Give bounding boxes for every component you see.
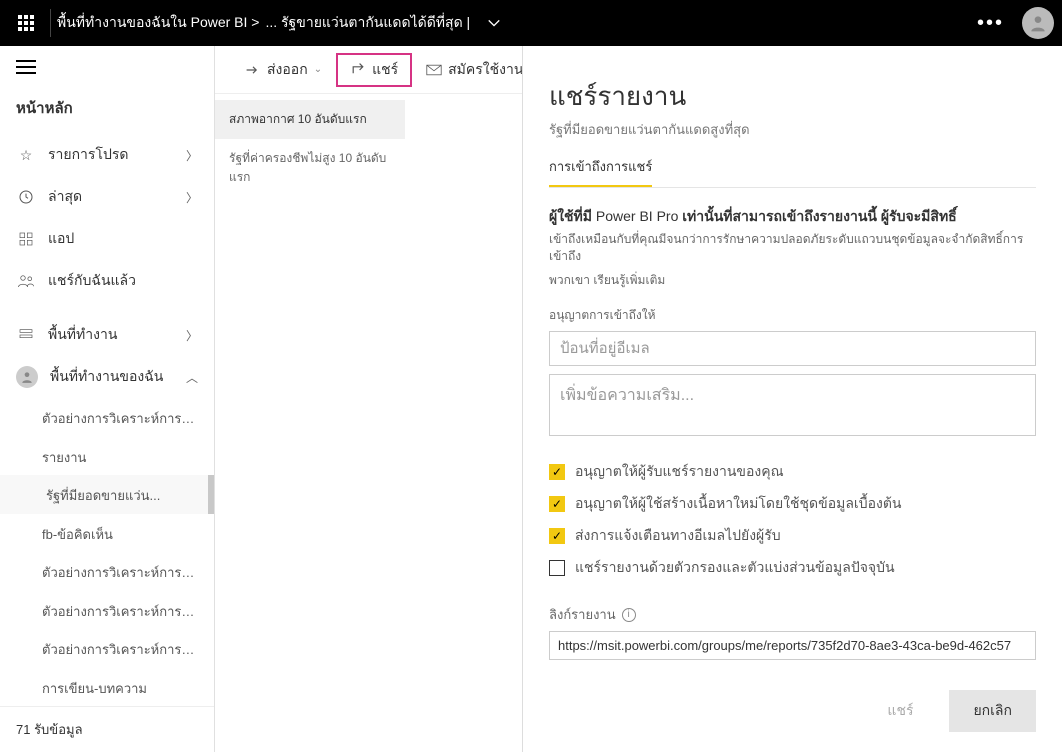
report-page-tab[interactable]: รัฐที่ค่าครองชีพไม่สูง 10 อันดับแรก xyxy=(215,139,405,197)
nav-sub-item[interactable]: fb-ข้อคิดเห็น xyxy=(0,514,214,552)
checkbox-allow-build[interactable]: ✓ อนุญาตให้ผู้ใช้สร้างเนื้อหาใหม่โดยใช้ช… xyxy=(549,488,1036,520)
app-launcher-icon[interactable] xyxy=(8,5,44,41)
pro-notice-detail: เข้าถึงเหมือนกับที่คุณมีจนกว่าการรักษาคว… xyxy=(549,231,1036,265)
export-label: ส่งออก xyxy=(267,59,308,81)
export-button[interactable]: ส่งออก ⌄ xyxy=(235,53,332,87)
learn-more-line: พวกเขา เรียนรู้เพิ่มเติม xyxy=(549,271,1036,290)
nav-sub-item[interactable]: ตัวอย่างการวิเคราะห์การค้าปลีก... xyxy=(0,591,214,629)
report-link-input[interactable] xyxy=(549,631,1036,660)
checkbox-share-filters[interactable]: แชร์รายงานด้วยตัวกรองและตัวแบ่งส่วนข้อมู… xyxy=(549,552,1036,584)
report-pages-list: สภาพอากาศ 10 อันดับแรก รัฐที่ค่าครองชีพไ… xyxy=(215,94,405,752)
nav-apps[interactable]: แอป xyxy=(0,218,214,260)
share-panel: แชร์รายงาน รัฐที่มียอดขายแว่นตากันแดดสูง… xyxy=(522,46,1062,752)
checkbox-label: แชร์รายงานด้วยตัวกรองและตัวแบ่งส่วนข้อมู… xyxy=(575,557,895,579)
chevron-down-icon[interactable] xyxy=(480,9,508,37)
share-submit-button[interactable]: แชร์ xyxy=(863,690,937,732)
chevron-right-icon: 〉 xyxy=(186,189,198,206)
checkbox-allow-reshare[interactable]: ✓ อนุญาตให้ผู้รับแชร์รายงานของคุณ xyxy=(549,456,1036,488)
workspace-avatar-icon xyxy=(16,366,38,388)
export-icon xyxy=(245,62,261,78)
mail-icon xyxy=(426,62,442,78)
top-bar: พื้นที่ทำงานของฉันใน Power BI > ... รัฐข… xyxy=(0,0,1062,46)
chevron-right-icon: 〉 xyxy=(186,327,198,344)
user-avatar[interactable] xyxy=(1022,7,1054,39)
checkbox-label: อนุญาตให้ผู้ใช้สร้างเนื้อหาใหม่โดยใช้ชุด… xyxy=(575,493,901,515)
nav-recent[interactable]: ล่าสุด 〉 xyxy=(0,176,214,218)
checkbox-icon: ✓ xyxy=(549,496,565,512)
hamburger-icon[interactable] xyxy=(0,46,214,88)
checkbox-icon xyxy=(549,560,565,576)
pro-notice: ผู้ใช้ที่มี Power BI Pro เท่านั้นที่สามา… xyxy=(549,206,1036,227)
breadcrumb: พื้นที่ทำงานของฉันใน Power BI > ... รัฐข… xyxy=(57,12,470,34)
nav-heading: หน้าหลัก xyxy=(0,88,214,134)
report-link-label: ลิงก์รายงาน i xyxy=(549,604,1036,625)
cancel-button[interactable]: ยกเลิก xyxy=(949,690,1036,732)
share-button[interactable]: แชร์ xyxy=(336,53,412,87)
share-access-tab[interactable]: การเข้าถึงการแชร์ xyxy=(549,156,652,188)
learn-more-link[interactable]: เรียนรู้เพิ่มเติม xyxy=(593,273,665,287)
share-icon xyxy=(350,62,366,78)
nav-label: ล่าสุด xyxy=(48,186,82,208)
divider xyxy=(549,187,1036,188)
grant-access-label: อนุญาตการเข้าถึงให้ xyxy=(549,306,1036,325)
chevron-up-icon: ︿ xyxy=(186,369,198,386)
nav-sub-item[interactable]: การเขียน-บทความ xyxy=(0,668,214,706)
chevron-down-icon: ⌄ xyxy=(314,64,322,75)
checkbox-send-email[interactable]: ✓ ส่งการแจ้งเตือนทางอีเมลไปยังผู้รับ xyxy=(549,520,1036,552)
info-icon[interactable]: i xyxy=(622,608,636,622)
checkbox-icon: ✓ xyxy=(549,528,565,544)
people-icon xyxy=(16,273,36,289)
nav-label: รายการโปรด xyxy=(48,144,128,166)
workspace-icon xyxy=(16,327,36,343)
nav-label: แอป xyxy=(48,228,74,250)
subscribe-button[interactable]: สมัครใช้งาน xyxy=(416,53,533,87)
nav-sub-item[interactable]: ตัวอย่างการวิเคราะห์การค้าปลีก... xyxy=(0,398,214,436)
nav-label: พื้นที่ทำงานของฉัน xyxy=(50,366,163,388)
message-textarea[interactable] xyxy=(549,374,1036,436)
get-data-footer[interactable]: 71 รับข้อมูล xyxy=(0,706,214,752)
content-area: ส่งออก ⌄ แชร์ สมัครใช้งาน สภาพอากาศ 10 อ… xyxy=(215,46,1062,752)
checkbox-label: ส่งการแจ้งเตือนทางอีเมลไปยังผู้รับ xyxy=(575,525,781,547)
subscribe-label: สมัครใช้งาน xyxy=(448,59,523,81)
nav-label: พื้นที่ทำงาน xyxy=(48,324,117,346)
left-nav: หน้าหลัก ☆ รายการโปรด 〉 ล่าสุด 〉 แอป แชร… xyxy=(0,46,215,752)
checkbox-icon: ✓ xyxy=(549,464,565,480)
star-icon: ☆ xyxy=(16,147,36,164)
divider xyxy=(50,9,51,37)
nav-label: แชร์กับฉันแล้ว xyxy=(48,270,136,292)
more-icon[interactable]: ••• xyxy=(967,12,1014,35)
report-crumb[interactable]: ... รัฐขายแว่นตากันแดดได้ดีที่สุด | xyxy=(265,12,470,34)
nav-sub-item[interactable]: ตัวอย่างการวิเคราะห์การค้าปลีก... xyxy=(0,552,214,590)
share-panel-subtitle: รัฐที่มียอดขายแว่นตากันแดดสูงที่สุด xyxy=(549,119,1036,140)
email-input[interactable] xyxy=(549,331,1036,366)
share-panel-title: แชร์รายงาน xyxy=(549,76,1036,117)
checkbox-label: อนุญาตให้ผู้รับแชร์รายงานของคุณ xyxy=(575,461,784,483)
nav-workspaces[interactable]: พื้นที่ทำงาน 〉 xyxy=(0,314,214,356)
share-label: แชร์ xyxy=(372,59,398,81)
chevron-right-icon: 〉 xyxy=(186,147,198,164)
nav-sub-item[interactable]: รายงาน xyxy=(0,437,214,475)
nav-sub-item[interactable]: ตัวอย่างการวิเคราะห์การค้าปลีก... xyxy=(0,629,214,667)
workspace-crumb[interactable]: พื้นที่ทำงานของฉันใน Power BI > xyxy=(57,12,259,34)
report-page-tab[interactable]: สภาพอากาศ 10 อันดับแรก xyxy=(215,100,405,139)
apps-icon xyxy=(16,231,36,247)
nav-sub-item-active[interactable]: รัฐที่มียอดขายแว่น... xyxy=(0,475,214,513)
nav-my-workspace[interactable]: พื้นที่ทำงานของฉัน ︿ xyxy=(0,356,214,398)
nav-favorites[interactable]: ☆ รายการโปรด 〉 xyxy=(0,134,214,176)
clock-icon xyxy=(16,189,36,205)
nav-shared[interactable]: แชร์กับฉันแล้ว xyxy=(0,260,214,302)
